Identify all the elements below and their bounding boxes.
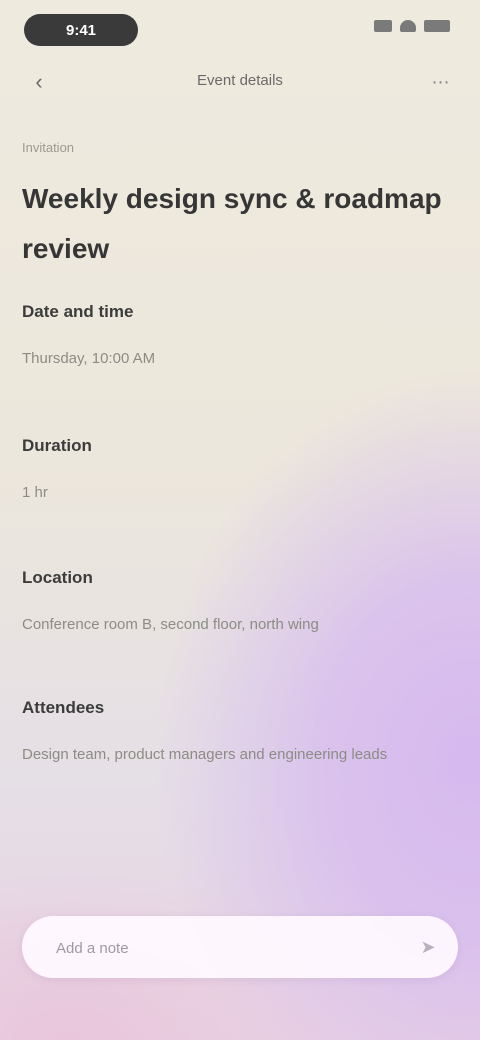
section-value: Thursday, 10:00 AM	[22, 350, 156, 367]
section-duration: Duration 1 hr	[22, 434, 442, 510]
note-input[interactable]	[54, 916, 398, 980]
section-label: Attendees	[22, 698, 105, 717]
back-button[interactable]: ‹	[22, 68, 56, 96]
more-button[interactable]: ⋯	[424, 68, 458, 96]
status-bar: 9:41	[0, 0, 480, 62]
eyebrow-label: Invitation	[22, 140, 75, 155]
battery-icon	[424, 20, 450, 32]
section-location: Location Conference room B, second floor…	[22, 566, 442, 642]
send-button[interactable]: ➤	[414, 933, 442, 961]
section-value: Design team, product managers and engine…	[22, 746, 388, 763]
section-attendees: Attendees Design team, product managers …	[22, 696, 442, 772]
chevron-left-icon: ‹	[35, 69, 43, 94]
section-label: Duration	[22, 436, 92, 455]
status-time: 9:41	[65, 21, 97, 39]
composer-bar: ➤	[22, 916, 458, 980]
page-title: Weekly design sync & roadmap review	[22, 183, 442, 264]
section-label: Location	[22, 568, 93, 587]
status-icons	[374, 20, 450, 32]
nav-bar: ‹ Event details ⋯	[0, 62, 480, 102]
section-label: Date and time	[22, 302, 134, 321]
wifi-icon	[400, 20, 416, 32]
event-details: Invitation Weekly design sync & roadmap …	[22, 140, 442, 794]
signal-icon	[374, 20, 392, 32]
section-value: Conference room B, second floor, north w…	[22, 616, 319, 633]
nav-title: Event details	[197, 72, 283, 89]
status-time-pill: 9:41	[24, 14, 138, 46]
send-icon: ➤	[420, 936, 436, 957]
section-value: 1 hr	[22, 484, 48, 501]
more-icon: ⋯	[431, 71, 451, 92]
section-date-time: Date and time Thursday, 10:00 AM	[22, 300, 442, 376]
